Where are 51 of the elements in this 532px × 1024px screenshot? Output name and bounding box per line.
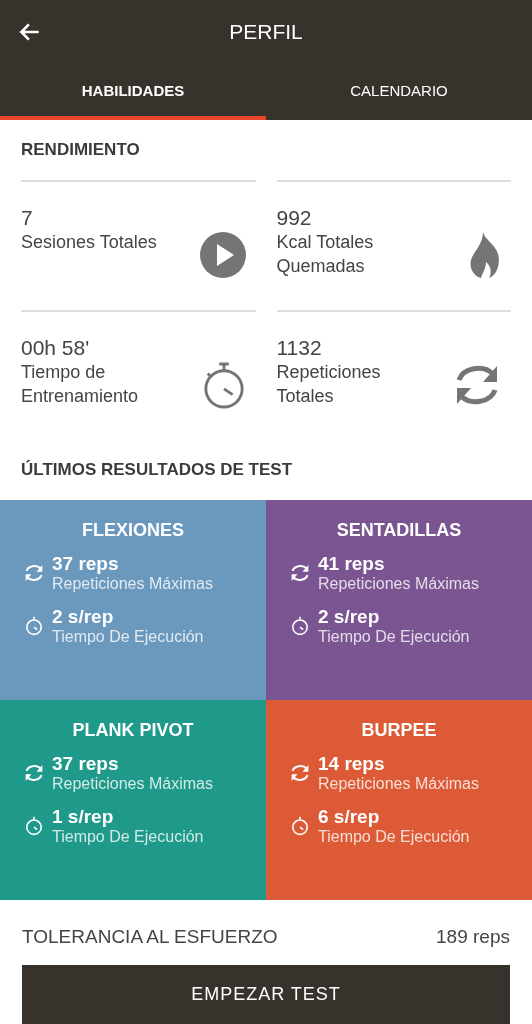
time-label: Tiempo De Ejecución: [318, 828, 470, 846]
reps-value: 37 reps: [52, 553, 120, 575]
tab[interactable]: HABILIDADES: [0, 64, 266, 120]
result-tile[interactable]: FLEXIONES 37 reps Repeticiones Máximas 2 s/rep Tiempo De Ejecución: [0, 500, 266, 700]
exercise-name: FLEXIONES: [82, 520, 184, 541]
reps-value: 37 reps: [52, 753, 120, 775]
refresh-icon: [290, 763, 310, 783]
time-label: Tiempo De Ejecución: [52, 628, 204, 646]
reps-value: 14 reps: [318, 753, 386, 775]
stat-value: 1132: [276, 336, 323, 360]
stat-value: 992: [276, 206, 313, 230]
reps-value: 41 reps: [318, 553, 386, 575]
screen-title: PERFIL: [229, 20, 303, 44]
result-tile[interactable]: PLANK PIVOT 37 reps Repeticiones Máximas 1 s/rep Tiempo De Ejecución: [0, 700, 266, 900]
endurance-label: TOLERANCIA AL ESFUERZO: [22, 925, 278, 948]
reps-label: Repeticiones Máximas: [318, 575, 479, 593]
stat-value: 7: [21, 206, 34, 230]
flame-icon: [469, 232, 501, 278]
result-tile[interactable]: SENTADILLAS 41 reps Repeticiones Máximas 2 s/rep Tiempo De Ejecución: [266, 500, 532, 700]
reps-label: Repeticiones Máximas: [318, 775, 479, 793]
exercise-name: PLANK PIVOT: [72, 720, 194, 741]
stopwatch-icon: [290, 616, 310, 636]
stopwatch-icon: [24, 816, 44, 836]
exercise-name: BURPEE: [361, 720, 437, 741]
stat-label: Kcal Totales Quemadas: [276, 231, 375, 278]
reps-label: Repeticiones Máximas: [52, 775, 213, 793]
endurance-value: 189 reps: [436, 925, 510, 948]
stopwatch-icon: [201, 362, 246, 410]
result-tile[interactable]: BURPEE 14 reps Repeticiones Máximas 6 s/rep Tiempo De Ejecución: [266, 700, 532, 900]
refresh-icon: [24, 763, 44, 783]
stat-label: Sesiones Totales: [21, 231, 158, 254]
section-title: ÚLTIMOS RESULTADOS DE TEST: [21, 459, 294, 481]
section-title: RENDIMIENTO: [21, 139, 141, 161]
stat-label: Tiempo de Entrenamiento: [21, 361, 140, 408]
stopwatch-icon: [24, 616, 44, 636]
time-label: Tiempo De Ejecución: [52, 828, 204, 846]
time-label: Tiempo De Ejecución: [318, 628, 470, 646]
refresh-icon: [24, 563, 44, 583]
reps-label: Repeticiones Máximas: [52, 575, 213, 593]
time-value: 6 s/rep: [318, 806, 381, 828]
play-icon: [199, 232, 246, 278]
time-value: 2 s/rep: [318, 606, 381, 628]
start-test-button[interactable]: EMPEZAR TEST: [22, 965, 510, 1024]
stopwatch-icon: [290, 816, 310, 836]
tab[interactable]: CALENDARIO: [266, 64, 532, 120]
stat-label: Repeticiones Totales: [276, 361, 382, 408]
exercise-name: SENTADILLAS: [336, 520, 462, 541]
refresh-icon: [290, 563, 310, 583]
time-value: 1 s/rep: [52, 806, 115, 828]
stat-value: 00h 58': [21, 336, 91, 360]
time-value: 2 s/rep: [52, 606, 115, 628]
